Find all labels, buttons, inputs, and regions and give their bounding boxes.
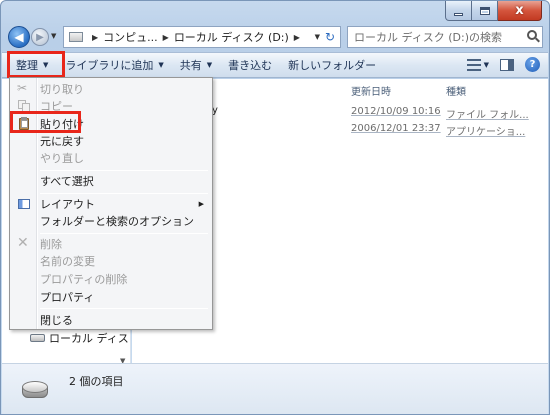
- chevron-down-icon[interactable]: ▼: [315, 33, 320, 41]
- share-button[interactable]: 共有 ▼: [172, 54, 220, 76]
- caption-buttons: x: [445, 1, 542, 21]
- status-bar: 2 個の項目: [2, 363, 548, 414]
- table-row-type[interactable]: アプリケーショ...: [446, 123, 525, 138]
- organize-label: 整理: [16, 59, 38, 72]
- minimize-icon: [454, 12, 463, 16]
- nav-item-local-disk[interactable]: ローカル ディス: [30, 330, 129, 346]
- chevron-down-icon: ▼: [158, 61, 164, 69]
- menu-item-properties[interactable]: プロパティ: [12, 287, 210, 306]
- table-row-type[interactable]: ファイル フォル...: [446, 106, 529, 121]
- close-button[interactable]: x: [498, 1, 542, 21]
- organize-menu: ✂ 切り取り コピー 貼り付け 元に戻す やり直し すべて選択 レイアウト ▶ …: [9, 77, 213, 330]
- view-options-icon[interactable]: [466, 58, 481, 71]
- table-row-modified[interactable]: 2012/10/09 10:16: [351, 106, 441, 117]
- new-folder-button[interactable]: 新しいフォルダー: [280, 54, 384, 76]
- menu-item-copy[interactable]: コピー: [12, 96, 210, 115]
- preview-pane-icon[interactable]: [500, 58, 514, 71]
- share-label: 共有: [179, 59, 202, 72]
- chevron-down-icon: ▼: [43, 61, 49, 69]
- column-header-type[interactable]: 種類: [446, 83, 466, 98]
- table-row-modified[interactable]: 2006/12/01 23:37: [351, 123, 441, 134]
- address-bar[interactable]: ▶ コンピュ... ▶ ローカル ディスク (D:) ▶ ▼ ↻: [63, 26, 341, 48]
- menu-item-remove-properties[interactable]: プロパティの削除: [12, 269, 210, 288]
- burn-button[interactable]: 書き込む: [220, 54, 280, 76]
- search-icon[interactable]: [527, 30, 537, 40]
- nav-item-label: ローカル ディス: [49, 332, 129, 345]
- menu-item-rename[interactable]: 名前の変更: [12, 251, 210, 270]
- explorer-window: x ◀ ▶ ▼ ▶ コンピュ... ▶ ローカル ディスク (D:) ▶ ▼ ↻…: [0, 0, 550, 415]
- menu-item-folder-options[interactable]: フォルダーと検索のオプション: [12, 211, 210, 230]
- chevron-right-icon[interactable]: ▶: [294, 33, 300, 42]
- menu-separator: [40, 308, 208, 309]
- menu-item-redo[interactable]: やり直し: [12, 148, 210, 167]
- command-bar: 整理 ▼ ライブラリに追加 ▼ 共有 ▼ 書き込む 新しいフォルダー ▼ ?: [2, 52, 548, 78]
- breadcrumb-computer[interactable]: コンピュ...: [103, 29, 158, 45]
- delete-icon: ✕: [17, 235, 29, 251]
- breadcrumb-local-disk[interactable]: ローカル ディスク (D:): [174, 29, 289, 45]
- copy-icon: [17, 99, 31, 112]
- chevron-down-icon: ▼: [51, 32, 57, 40]
- command-bar-icons: ▼ ?: [466, 57, 540, 72]
- maximize-button[interactable]: [472, 1, 498, 21]
- close-icon: x: [515, 3, 524, 18]
- clipboard-icon: [17, 117, 31, 130]
- layout-icon: [18, 199, 30, 209]
- chevron-right-icon: ▶: [198, 199, 204, 208]
- new-folder-label: 新しいフォルダー: [288, 59, 377, 72]
- chevron-down-icon: ▼: [206, 61, 213, 69]
- column-header-modified[interactable]: 更新日時: [351, 83, 391, 98]
- menu-item-close[interactable]: 閉じる: [12, 310, 210, 329]
- drive-icon: [22, 378, 48, 400]
- recent-pages-button[interactable]: ▼: [51, 32, 61, 42]
- arrow-left-icon: ◀: [14, 30, 24, 44]
- refresh-icon[interactable]: ↻: [323, 30, 337, 44]
- chevron-right-icon[interactable]: ▶: [163, 33, 169, 42]
- add-to-library-label: ライブラリに追加: [65, 59, 154, 72]
- menu-item-select-all[interactable]: すべて選択: [12, 171, 210, 190]
- computer-icon: [69, 32, 83, 42]
- minimize-button[interactable]: [445, 1, 472, 21]
- maximize-icon: [479, 6, 490, 15]
- search-input[interactable]: [354, 30, 524, 44]
- add-to-library-button[interactable]: ライブラリに追加 ▼: [57, 54, 171, 76]
- chevron-down-icon[interactable]: ▼: [484, 61, 489, 69]
- help-icon[interactable]: ?: [525, 57, 540, 72]
- scissors-icon: ✂: [17, 81, 28, 95]
- status-item-count: 2 個の項目: [69, 375, 124, 388]
- burn-label: 書き込む: [228, 59, 273, 72]
- arrow-right-icon: ▶: [36, 31, 44, 43]
- organize-button[interactable]: 整理 ▼: [7, 54, 57, 76]
- drive-icon: [30, 334, 45, 342]
- forward-button[interactable]: ▶: [31, 28, 49, 46]
- chevron-right-icon[interactable]: ▶: [92, 33, 98, 42]
- back-button[interactable]: ◀: [8, 26, 30, 48]
- search-box[interactable]: [347, 26, 543, 48]
